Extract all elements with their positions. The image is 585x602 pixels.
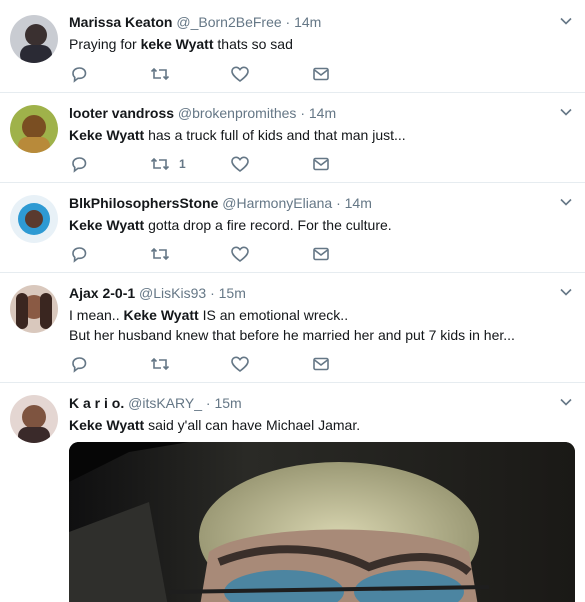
text-span: But her husband knew that before he marr… <box>69 327 515 343</box>
retweet-count: 1 <box>179 157 186 171</box>
like-button[interactable] <box>230 155 250 173</box>
retweet-icon <box>150 357 170 371</box>
like-icon <box>231 246 249 263</box>
user-handle[interactable]: @HarmonyEliana <box>222 195 332 211</box>
retweet-button[interactable] <box>149 65 179 83</box>
display-name[interactable]: Ajax 2-0-1 <box>69 285 135 301</box>
display-name[interactable]: Marissa Keaton <box>69 14 172 30</box>
like-button[interactable] <box>230 65 250 83</box>
tweet-text: Keke Wyatt gotta drop a fire record. For… <box>69 215 555 235</box>
tweet-text: Praying for keke Wyatt thats so sad <box>69 34 555 54</box>
like-icon <box>231 66 249 83</box>
message-icon <box>313 247 329 261</box>
message-button[interactable] <box>311 155 331 173</box>
user-handle[interactable]: @_Born2BeFree <box>176 14 281 30</box>
message-icon <box>313 67 329 81</box>
reply-icon <box>72 247 87 263</box>
chevron-down-icon[interactable] <box>559 195 573 209</box>
retweet-button[interactable] <box>149 355 179 373</box>
reply-icon <box>72 67 87 83</box>
timestamp[interactable]: 15m <box>214 395 241 411</box>
timestamp[interactable]: 14m <box>294 14 321 30</box>
like-icon <box>231 356 249 373</box>
message-icon <box>313 357 329 371</box>
avatar[interactable] <box>10 285 58 333</box>
separator-dot: · <box>300 105 305 121</box>
tweet[interactable]: Ajax 2-0-1 @LisKis93 · 15m I mean.. Keke… <box>0 273 585 383</box>
avatar[interactable] <box>10 195 58 243</box>
text-span: thats so sad <box>213 36 293 52</box>
separator-dot: · <box>336 195 341 211</box>
tweet-feed: Marissa Keaton @_Born2BeFree · 14m Prayi… <box>0 0 585 602</box>
message-icon <box>313 157 329 171</box>
display-name[interactable]: BlkPhilosophersStone <box>69 195 218 211</box>
tweet-text: I mean.. Keke Wyatt IS an emotional wrec… <box>69 305 555 345</box>
tweet[interactable]: Marissa Keaton @_Born2BeFree · 14m Prayi… <box>0 0 585 93</box>
separator-dot: · <box>285 14 291 30</box>
chevron-down-icon[interactable] <box>559 285 573 299</box>
tweet[interactable]: BlkPhilosophersStone @HarmonyEliana · 14… <box>0 183 585 273</box>
tweet[interactable]: looter vandross @brokenpromithes · 14m K… <box>0 93 585 183</box>
user-handle[interactable]: @brokenpromithes <box>178 105 297 121</box>
chevron-down-icon[interactable] <box>559 14 573 28</box>
highlight-term: keke Wyatt <box>140 36 214 52</box>
reply-button[interactable] <box>69 65 89 83</box>
timestamp[interactable]: 14m <box>309 105 336 121</box>
display-name[interactable]: looter vandross <box>69 105 174 121</box>
text-span: Praying for <box>69 36 141 52</box>
avatar[interactable] <box>10 395 58 443</box>
retweet-button[interactable] <box>149 245 179 263</box>
text-span: has a truck full of kids and that man ju… <box>144 127 406 143</box>
avatar[interactable] <box>10 15 58 63</box>
like-icon <box>231 156 249 173</box>
message-button[interactable] <box>311 245 331 263</box>
user-handle[interactable]: @itsKARY_ <box>128 395 202 411</box>
timestamp[interactable]: 15m <box>219 285 246 301</box>
text-span: IS an emotional wreck.. <box>198 307 349 323</box>
like-button[interactable] <box>230 245 250 263</box>
highlight-term: Keke Wyatt <box>69 417 145 433</box>
reply-icon <box>72 357 87 373</box>
reply-button[interactable] <box>69 355 89 373</box>
retweet-button[interactable]: 1 <box>149 155 186 173</box>
user-handle[interactable]: @LisKis93 <box>139 285 206 301</box>
tweet-media[interactable] <box>69 442 575 602</box>
message-button[interactable] <box>311 65 331 83</box>
highlight-term: Keke Wyatt <box>69 217 145 233</box>
like-button[interactable] <box>230 355 250 373</box>
text-span: I mean.. <box>69 307 124 323</box>
retweet-icon <box>150 247 170 261</box>
separator-dot: · <box>205 395 211 411</box>
highlight-term: Keke Wyatt <box>69 127 145 143</box>
tweet-text: Keke Wyatt said y'all can have Michael J… <box>69 415 555 435</box>
chevron-down-icon[interactable] <box>559 395 573 409</box>
display-name[interactable]: K a r i o. <box>69 395 124 411</box>
timestamp[interactable]: 14m <box>345 195 372 211</box>
chevron-down-icon[interactable] <box>559 105 573 119</box>
separator-dot: · <box>210 285 215 301</box>
highlight-term: Keke Wyatt <box>123 307 199 323</box>
reply-icon <box>72 157 87 173</box>
reply-button[interactable] <box>69 155 89 173</box>
text-span: gotta drop a fire record. For the cultur… <box>144 217 392 233</box>
reply-button[interactable] <box>69 245 89 263</box>
retweet-icon <box>150 67 170 81</box>
text-span: said y'all can have Michael Jamar. <box>144 417 361 433</box>
message-button[interactable] <box>311 355 331 373</box>
retweet-icon <box>150 157 170 171</box>
tweet-text: Keke Wyatt has a truck full of kids and … <box>69 125 555 145</box>
avatar[interactable] <box>10 105 58 153</box>
